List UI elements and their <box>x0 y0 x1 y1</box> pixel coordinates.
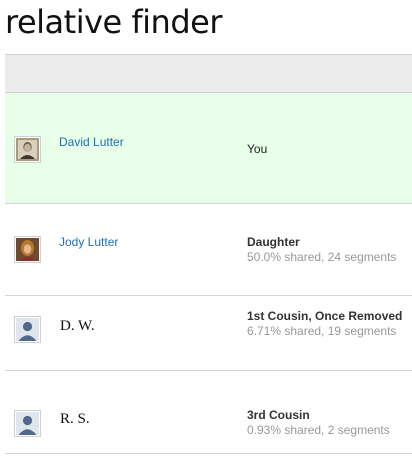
relationship-label: Daughter <box>247 235 300 249</box>
relationship-label: You <box>247 142 268 156</box>
table-row: R. S. 3rd Cousin 0.93% shared, 2 segment… <box>5 371 412 454</box>
shared-dna-detail: 50.0% shared, 24 segments <box>247 250 397 264</box>
table-row: D. W. 1st Cousin, Once Removed 6.71% sha… <box>5 296 412 371</box>
relative-name-link[interactable]: Jody Lutter <box>59 235 118 249</box>
photo-man-portrait-icon[interactable] <box>14 136 41 163</box>
shared-dna-detail: 6.71% shared, 19 segments <box>247 324 397 338</box>
relative-name: R. S. <box>60 411 90 427</box>
shared-dna-detail: 0.93% shared, 2 segments <box>247 423 390 437</box>
relatives-table: David Lutter You Jody Lutter Daughter 50… <box>5 54 412 454</box>
default-person-icon[interactable] <box>14 410 41 437</box>
relationship-label: 3rd Cousin <box>247 408 310 422</box>
relationship-cell: 3rd Cousin 0.93% shared, 2 segments <box>247 408 407 437</box>
app-title: relative finder <box>5 3 222 41</box>
table-row: Jody Lutter Daughter 50.0% shared, 24 se… <box>5 204 412 296</box>
relative-name-link[interactable]: David Lutter <box>59 135 124 149</box>
table-header <box>5 54 412 93</box>
relationship-label: 1st Cousin, Once Removed <box>247 309 403 323</box>
relationship-cell: 1st Cousin, Once Removed 6.71% shared, 1… <box>247 309 407 338</box>
relative-name: D. W. <box>60 318 95 334</box>
default-person-icon[interactable] <box>14 316 41 343</box>
photo-woman-portrait-icon[interactable] <box>14 236 41 263</box>
relationship-cell: Daughter 50.0% shared, 24 segments <box>247 235 407 264</box>
table-row-self: David Lutter You <box>5 93 412 204</box>
relationship-cell: You <box>247 142 407 156</box>
